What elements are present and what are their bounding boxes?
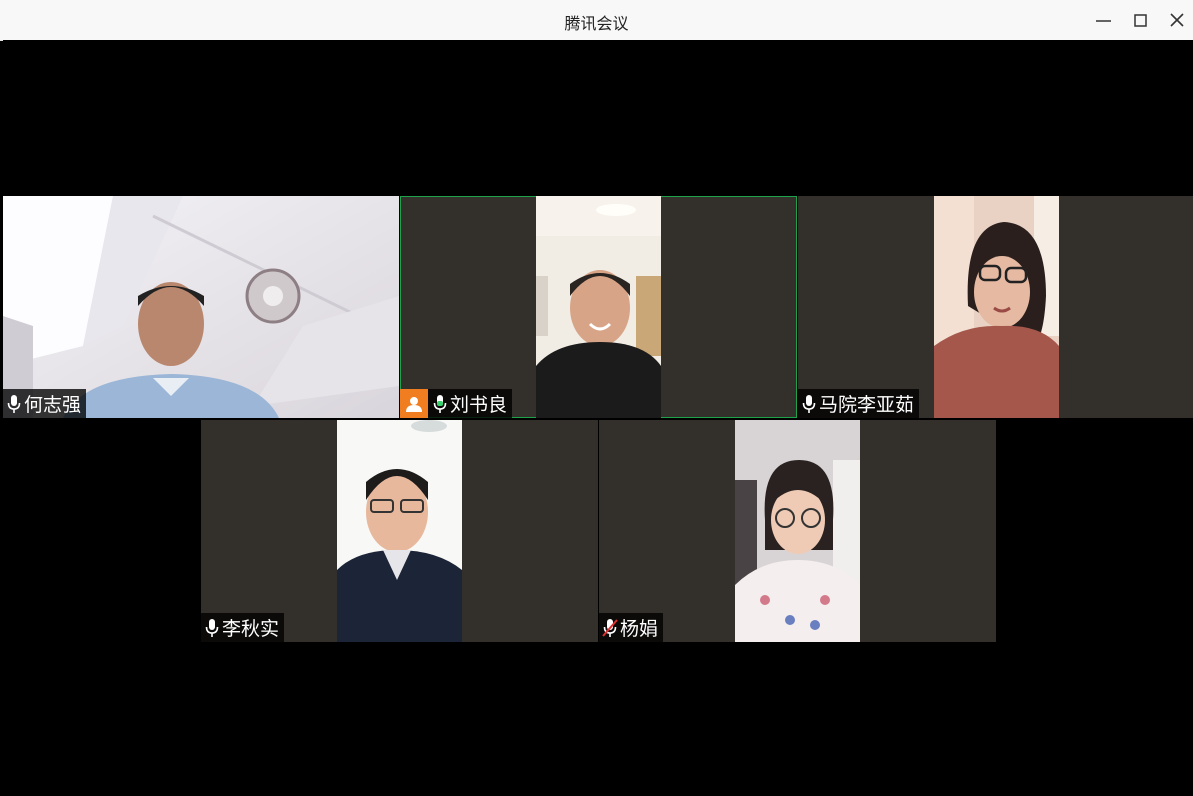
title-bar: 腾讯会议 — [0, 0, 1193, 41]
participant-name-tag: 何志强 — [3, 389, 87, 418]
participant-name: 刘书良 — [450, 394, 508, 416]
host-user-icon — [406, 396, 422, 412]
host-badge — [400, 389, 428, 418]
maximize-icon — [1134, 14, 1147, 27]
video-tile-participant-5[interactable]: 杨娟 — [599, 420, 996, 642]
participant-name-tag: 杨娟 — [599, 613, 664, 642]
participant-video — [3, 196, 399, 418]
participant-name: 何志强 — [24, 394, 82, 416]
participant-name: 马院李亚茹 — [819, 394, 915, 416]
participant-name-tag: 李秋实 — [201, 613, 285, 642]
close-icon — [1170, 13, 1184, 27]
participant-video — [536, 196, 661, 418]
video-tile-participant-3[interactable]: 马院李亚茹 — [798, 196, 1193, 418]
video-grid: 何志强 刘书良 马院李亚茹 李秋实 杨娟 — [3, 40, 1193, 796]
maximize-button[interactable] — [1128, 8, 1152, 32]
minimize-icon — [1096, 20, 1111, 22]
microphone-icon — [433, 394, 447, 413]
microphone-icon — [7, 394, 21, 413]
close-button[interactable] — [1165, 8, 1189, 32]
video-tile-participant-1[interactable]: 何志强 — [3, 196, 399, 418]
minimize-button[interactable] — [1092, 8, 1116, 32]
microphone-icon — [802, 394, 816, 413]
participant-video — [735, 420, 860, 642]
participant-name: 李秋实 — [222, 618, 280, 640]
participant-name-tag: 刘书良 — [400, 389, 513, 418]
participant-name: 杨娟 — [620, 618, 659, 640]
microphone-icon — [205, 618, 219, 637]
video-tile-participant-2[interactable]: 刘书良 — [400, 196, 797, 418]
participant-name-tag: 马院李亚茹 — [798, 389, 920, 418]
microphone-muted-icon — [602, 618, 618, 637]
window-title: 腾讯会议 — [564, 14, 629, 33]
video-tile-participant-4[interactable]: 李秋实 — [201, 420, 598, 642]
participant-video — [934, 196, 1059, 418]
participant-video — [337, 420, 462, 642]
